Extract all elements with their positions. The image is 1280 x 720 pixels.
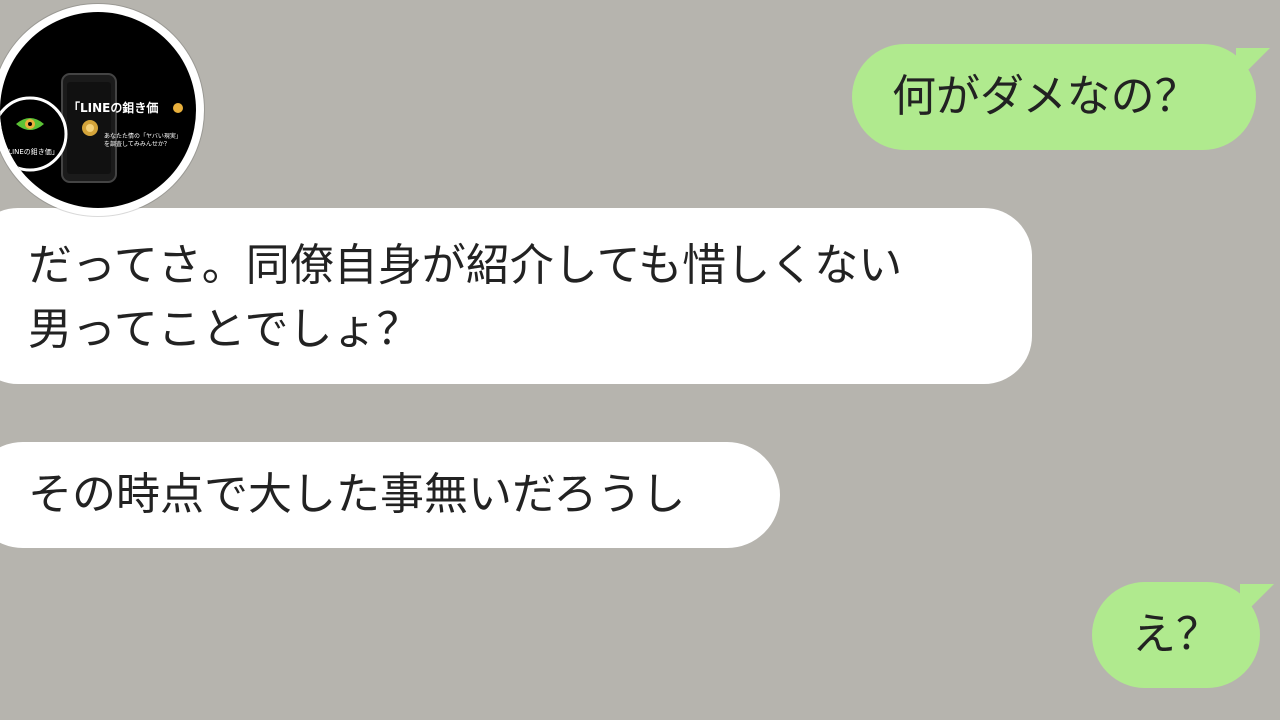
logo-small-label: 「LINEの鉬き価」 (1, 147, 59, 156)
sent-message-bubble[interactable]: え？ (1092, 582, 1260, 688)
logo-tagline-2: を調査してみみんせか？ (104, 140, 170, 148)
message-text: 何がダメなの？ (892, 71, 1199, 122)
bubble-tail (1240, 584, 1274, 618)
message-text: 男ってことでしょ？ (28, 304, 421, 355)
logo-ring (0, 96, 68, 172)
logo-tagline-1: あなたた情の「ヤバい現実」 (104, 132, 182, 140)
channel-logo-badge: 「LINEの鉬き価」 「LINEの鉬き価 あなたた情の「ヤバい現実」 を調査して… (0, 4, 204, 216)
bubble-tail (1236, 48, 1270, 82)
message-text: その時点で大した事無いだろうし (28, 469, 686, 520)
received-message-bubble[interactable]: その時点で大した事無いだろうし (0, 442, 780, 548)
message-text: だってさ。同僚自身が紹介しても惜しくない (28, 240, 903, 291)
logo-image: 「LINEの鉬き価」 「LINEの鉬き価 あなたた情の「ヤバい現実」 を調査して… (0, 12, 196, 208)
received-message-bubble[interactable]: だってさ。同僚自身が紹介しても惜しくない 男ってことでしょ？ (0, 208, 1032, 384)
logo-title: 「LINEの鉬き価 (68, 100, 158, 115)
eye-icon-small (173, 103, 183, 113)
sent-message-bubble[interactable]: 何がダメなの？ (852, 44, 1256, 150)
